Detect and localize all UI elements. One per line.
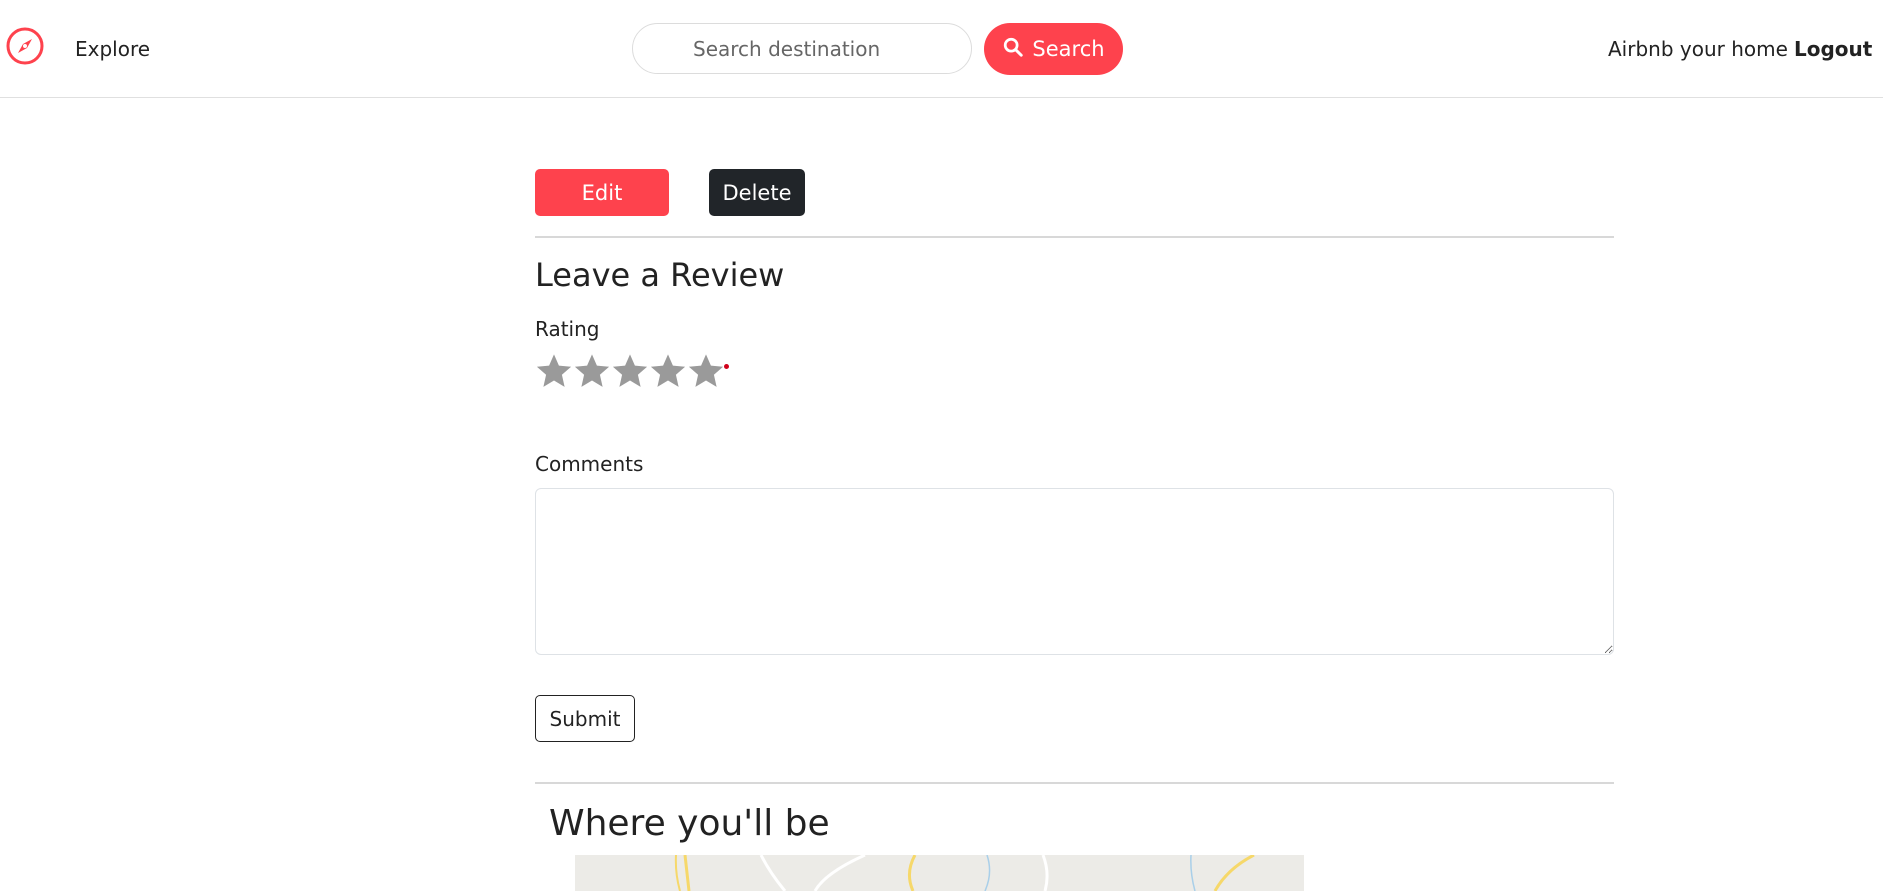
star-icon[interactable] xyxy=(535,352,573,392)
nav-logout-link[interactable]: Logout xyxy=(1794,37,1872,61)
nav-explore-link[interactable]: Explore xyxy=(75,37,150,61)
review-heading: Leave a Review xyxy=(535,256,785,294)
search-button-label: Search xyxy=(1032,37,1105,61)
navbar: Explore Search Airbnb your home Logout xyxy=(0,0,1883,98)
comments-label: Comments xyxy=(535,452,644,476)
star-icon[interactable] xyxy=(573,352,611,392)
star-icon[interactable] xyxy=(611,352,649,392)
star-icon[interactable] xyxy=(687,352,725,392)
search-input[interactable] xyxy=(632,23,972,74)
delete-button[interactable]: Delete xyxy=(709,169,805,216)
divider xyxy=(535,236,1614,238)
map[interactable] xyxy=(575,855,1304,891)
submit-button[interactable]: Submit xyxy=(535,695,635,742)
comments-textarea[interactable] xyxy=(535,488,1614,655)
rating-label: Rating xyxy=(535,317,600,341)
required-indicator xyxy=(724,364,729,369)
divider xyxy=(535,782,1614,784)
star-icon[interactable] xyxy=(649,352,687,392)
search-button[interactable]: Search xyxy=(984,23,1123,75)
map-heading: Where you'll be xyxy=(549,803,830,844)
nav-host-link[interactable]: Airbnb your home xyxy=(1608,37,1788,61)
compass-icon[interactable] xyxy=(5,26,45,66)
edit-button[interactable]: Edit xyxy=(535,169,669,216)
search-icon xyxy=(1002,36,1024,63)
star-rating[interactable] xyxy=(535,352,725,392)
